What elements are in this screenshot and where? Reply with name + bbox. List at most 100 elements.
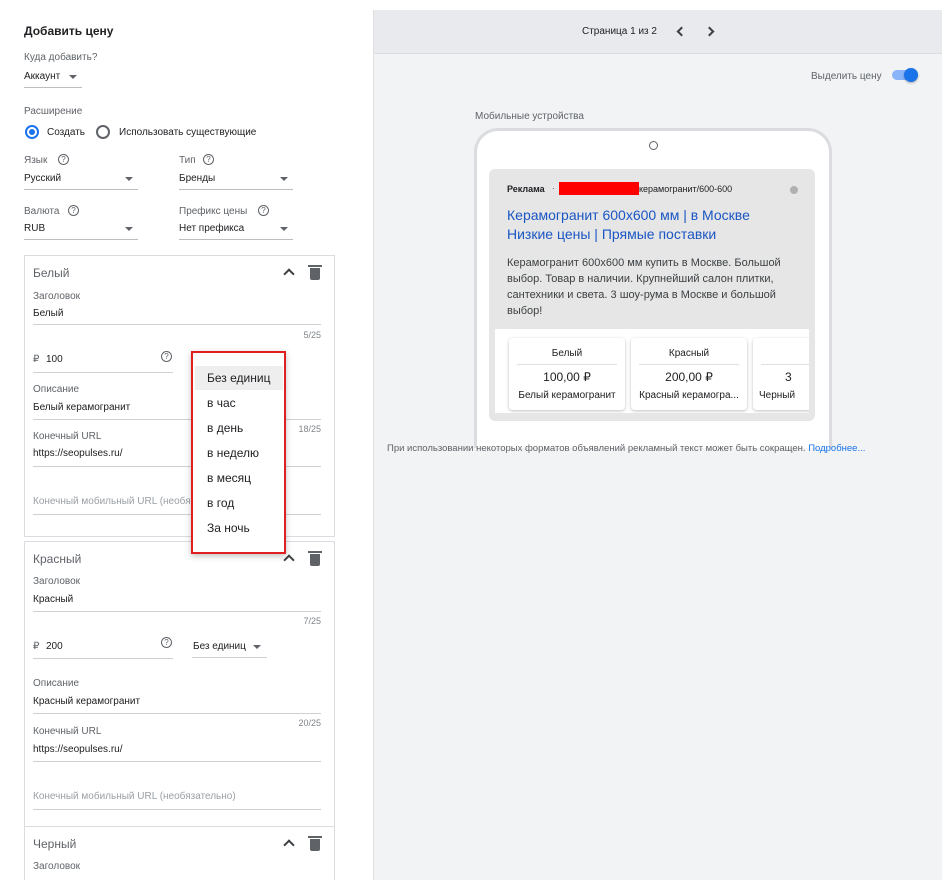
type-label: Тип — [179, 155, 196, 166]
delete-icon[interactable] — [308, 551, 322, 566]
currency-select[interactable]: RUB — [24, 218, 138, 240]
header-input[interactable]: Красный — [33, 594, 73, 605]
delete-icon[interactable] — [308, 836, 322, 851]
field-underline — [33, 611, 321, 612]
final-url-label: Конечный URL — [33, 726, 102, 737]
price-card-description: Красный керамогра... — [639, 390, 739, 401]
help-icon[interactable]: ? — [258, 205, 269, 216]
unit-select[interactable]: Без единиц — [192, 636, 267, 658]
final-url-input[interactable]: https://seopulses.ru/ — [33, 744, 123, 755]
collapse-icon[interactable] — [283, 554, 295, 566]
pager-text: Страница 1 из 2 — [582, 26, 657, 37]
truncation-note-text: При использовании некоторых форматов объ… — [387, 443, 806, 454]
help-icon[interactable]: ? — [203, 154, 214, 165]
field-underline — [33, 713, 321, 714]
type-select[interactable]: Бренды — [179, 168, 293, 190]
collapse-icon[interactable] — [283, 839, 295, 851]
where-value: Аккаунт — [24, 71, 61, 82]
help-icon[interactable]: ? — [161, 637, 172, 648]
menu-item-per-week[interactable]: в неделю — [195, 441, 283, 465]
language-select[interactable]: Русский — [24, 168, 138, 190]
ad-preview-card: Реклама · керамогранит/600-600 Керамогра… — [489, 169, 815, 421]
menu-item-per-night[interactable]: За ночь — [195, 516, 283, 540]
where-select[interactable]: Аккаунт — [24, 66, 82, 88]
price-card[interactable]: 3 Черный — [753, 338, 809, 410]
final-url-input[interactable]: https://seopulses.ru/ — [33, 448, 123, 459]
price-card-header: Белый — [551, 348, 583, 359]
unit-value: Без единиц — [193, 641, 246, 652]
price-card[interactable]: Красный 200,00 ₽ Красный керамогра... — [631, 338, 747, 410]
price-card-header: Красный — [668, 348, 710, 359]
learn-more-link[interactable]: Подробнее... — [808, 443, 865, 454]
field-underline — [33, 372, 173, 373]
language-value: Русский — [24, 173, 62, 184]
currency-label: Валюта — [24, 206, 60, 217]
help-icon[interactable]: ? — [68, 205, 79, 216]
camera-icon — [649, 141, 658, 150]
menu-item-per-day[interactable]: в день — [195, 416, 283, 440]
prefix-select[interactable]: Нет префикса — [179, 218, 293, 240]
price-card-price: 100,00 ₽ — [543, 370, 591, 384]
mobile-url-input[interactable]: Конечный мобильный URL (необязательно) — [33, 791, 236, 802]
ad-headline-1[interactable]: Керамогранит 600x600 мм | в Москве — [507, 207, 750, 223]
mobile-url-input[interactable]: Конечный мобильный URL (необя — [33, 496, 191, 507]
preview-toolbar: Страница 1 из 2 — [374, 10, 942, 54]
info-icon[interactable] — [790, 186, 798, 194]
char-counter: 7/25 — [303, 616, 321, 626]
header-label: Заголовок — [33, 291, 81, 302]
collapse-icon[interactable] — [283, 268, 295, 280]
prev-page-icon[interactable] — [676, 26, 687, 37]
help-icon[interactable]: ? — [58, 154, 69, 165]
final-url-label: Конечный URL — [33, 431, 102, 442]
menu-item-no-units[interactable]: Без единиц — [195, 366, 283, 390]
field-underline — [33, 809, 321, 810]
panel-title: Добавить цену — [24, 24, 114, 38]
divider — [639, 364, 739, 365]
truncation-note: При использовании некоторых форматов объ… — [387, 443, 865, 454]
language-label: Язык — [24, 155, 48, 166]
description-input[interactable]: Белый керамогранит — [33, 402, 130, 413]
header-label: Заголовок — [33, 861, 81, 872]
divider — [761, 364, 809, 365]
ad-url-path: керамогранит/600-600 — [639, 184, 733, 194]
char-counter: 20/25 — [298, 718, 321, 728]
price-card-description: Белый керамогранит — [518, 390, 616, 401]
description-input[interactable]: Красный керамогранит — [33, 696, 140, 707]
price-card-price: 3 — [785, 370, 792, 384]
extension-label: Расширение — [24, 106, 83, 117]
help-icon[interactable]: ? — [161, 351, 172, 362]
price-card[interactable]: Белый 100,00 ₽ Белый керамогранит — [509, 338, 625, 410]
next-page-icon[interactable] — [704, 26, 715, 37]
toggle-knob[interactable] — [904, 68, 918, 82]
where-label: Куда добавить? — [24, 52, 98, 63]
currency-symbol: ₽ — [33, 641, 40, 652]
radio-use-existing[interactable] — [96, 125, 110, 139]
ad-description: Керамогранит 600x600 мм купить в Москве.… — [507, 257, 781, 317]
price-cards-carousel: Белый 100,00 ₽ Белый керамогранит Красны… — [495, 329, 809, 413]
divider — [517, 364, 617, 365]
chevron-down-icon — [125, 177, 133, 181]
currency-value: RUB — [24, 223, 46, 234]
prefix-label: Префикс цены — [179, 206, 248, 217]
header-input[interactable]: Белый — [33, 308, 63, 319]
menu-item-per-month[interactable]: в месяц — [195, 466, 283, 490]
item-title: Черный — [33, 837, 77, 851]
menu-item-per-hour[interactable]: в час — [195, 391, 283, 415]
radio-create[interactable] — [25, 125, 39, 139]
delete-icon[interactable] — [308, 265, 322, 280]
header-label: Заголовок — [33, 576, 81, 587]
char-counter: 18/25 — [298, 424, 321, 434]
price-item-card: Черный Заголовок — [24, 826, 335, 880]
field-underline — [33, 761, 321, 762]
char-counter: 5/25 — [303, 330, 321, 340]
price-input[interactable]: 200 — [46, 641, 63, 652]
currency-symbol: ₽ — [33, 354, 40, 365]
ad-headline-2[interactable]: Низкие цены | Прямые поставки — [507, 226, 716, 242]
menu-item-per-year[interactable]: в год — [195, 491, 283, 515]
type-value: Бренды — [179, 173, 216, 184]
item-title: Белый — [33, 266, 70, 280]
description-label: Описание — [33, 384, 80, 395]
price-input[interactable]: 100 — [46, 354, 63, 365]
radio-create-label: Создать — [47, 127, 86, 138]
chevron-down-icon — [280, 177, 288, 181]
